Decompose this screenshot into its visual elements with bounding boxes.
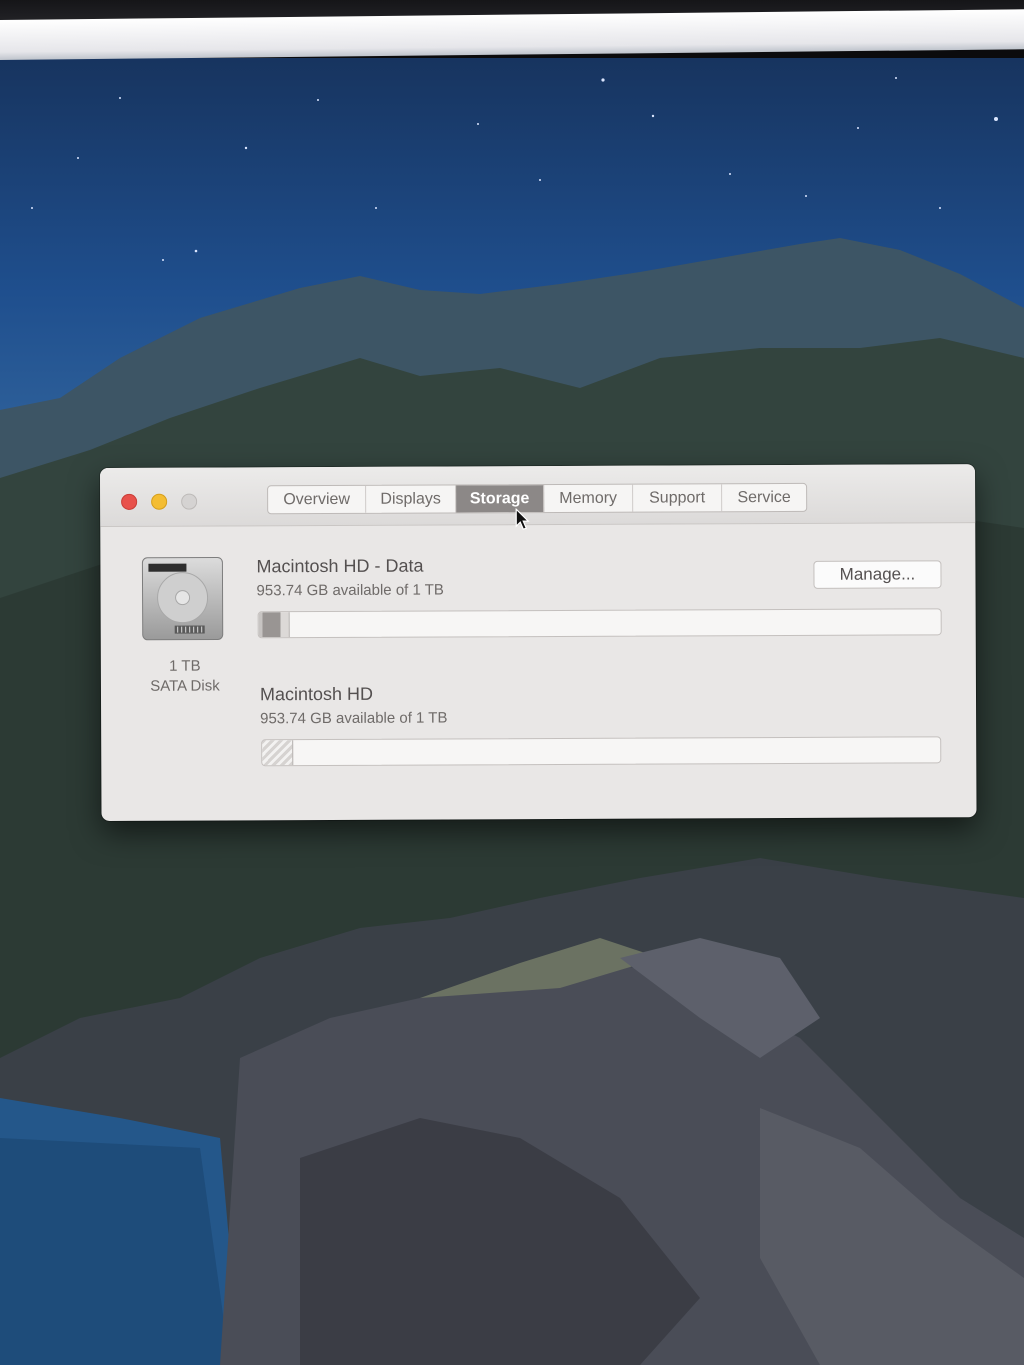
manage-button[interactable]: Manage... <box>813 560 942 589</box>
tab-overview[interactable]: Overview <box>268 485 367 514</box>
tab-memory[interactable]: Memory <box>544 484 634 513</box>
minimize-button[interactable] <box>151 493 168 510</box>
storage-usage-bar[interactable] <box>261 736 942 767</box>
mouse-pointer-icon <box>515 508 530 530</box>
disk-type-label: SATA Disk <box>150 677 220 695</box>
tab-displays[interactable]: Displays <box>366 485 457 513</box>
zoom-button[interactable] <box>181 493 198 510</box>
about-this-mac-window: Overview Displays Storage Memory Support… <box>100 464 977 821</box>
desktop-screen: Overview Displays Storage Memory Support… <box>0 0 1024 1365</box>
volume-name: Macintosh HD <box>259 683 374 705</box>
disk-capacity-label: 1 TB <box>169 657 201 675</box>
storage-used-segment <box>262 740 294 766</box>
volume-name: Macintosh HD - Data <box>256 555 424 577</box>
title-bar: Overview Displays Storage Memory Support… <box>100 464 976 530</box>
volume-available-text: 953.74 GB available of 1 TB <box>256 581 444 600</box>
close-button[interactable] <box>121 493 138 510</box>
tab-support[interactable]: Support <box>633 484 723 512</box>
storage-used-segment <box>258 612 291 638</box>
volume-available-text: 953.74 GB available of 1 TB <box>260 709 448 728</box>
tab-service[interactable]: Service <box>722 484 806 511</box>
tab-bar: Overview Displays Storage Memory Support… <box>267 482 808 515</box>
storage-usage-bar[interactable] <box>257 608 942 639</box>
hard-disk-icon <box>141 556 224 641</box>
